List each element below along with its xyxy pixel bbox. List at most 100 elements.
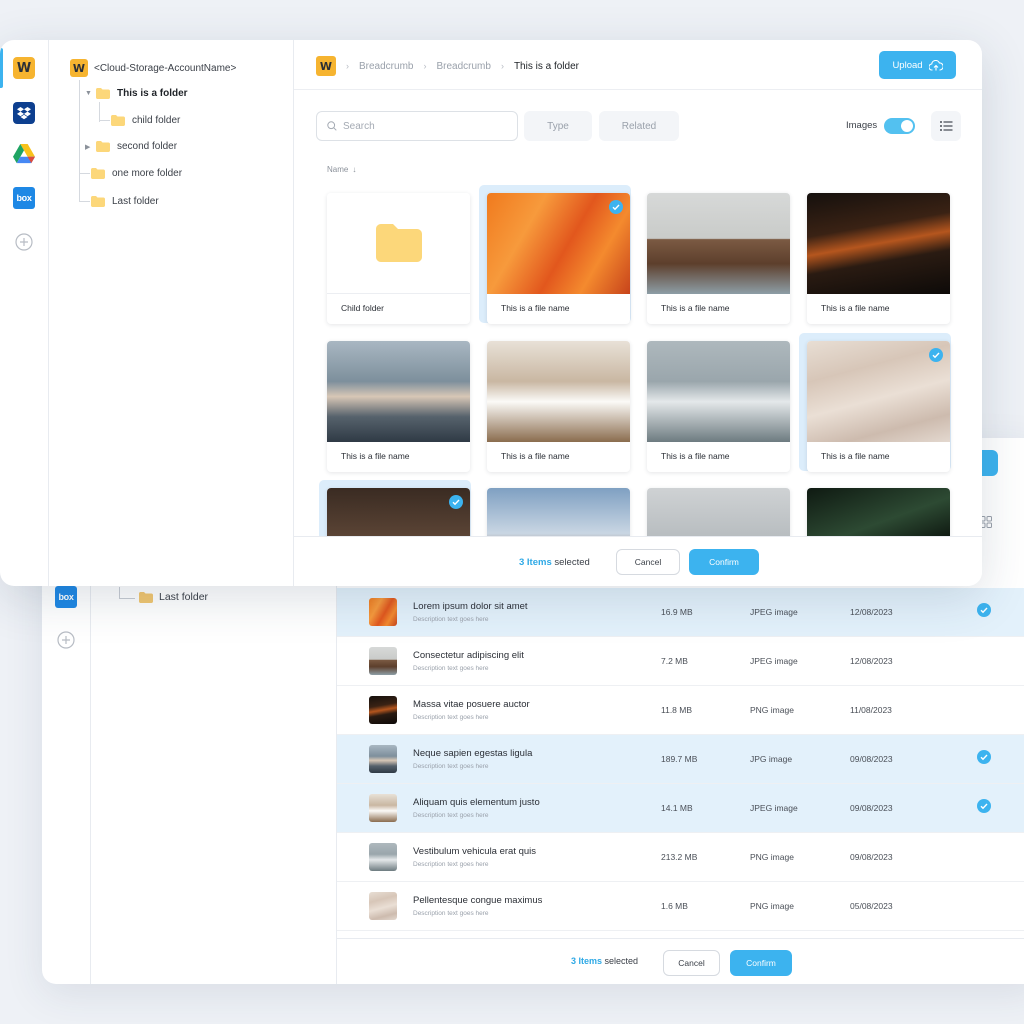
check-icon[interactable] [977, 798, 991, 818]
w-logo-icon[interactable]: W [316, 56, 336, 76]
tree-item-one-more-folder[interactable]: one more folder [80, 168, 182, 179]
file-description: Description text goes here [413, 714, 489, 721]
file-description: Description text goes here [413, 763, 489, 770]
file-name-cell: Pellentesque congue maximus Description t… [413, 895, 542, 917]
sort-by-name[interactable]: Name ↓ [327, 165, 356, 174]
tree-item-label: Last folder [112, 196, 159, 207]
sort-label: Name [327, 165, 349, 174]
table-row[interactable]: Aliquam quis elementum justo Description … [337, 784, 1024, 833]
image-thumbnail [647, 341, 790, 442]
file-description: Description text goes here [413, 910, 489, 917]
list-footer: 3 Items selected Cancel Confirm [337, 938, 1024, 984]
card-body: This is a file name [647, 341, 790, 472]
file-name: Vestibulum vehicula erat quis [413, 846, 537, 857]
file-card[interactable]: This is a file name [319, 333, 471, 472]
check-icon[interactable] [449, 495, 463, 514]
file-name: Consectetur adipiscing elit [413, 650, 524, 661]
folder-card[interactable]: Child folder [319, 185, 471, 324]
w-logo-icon: W [13, 57, 35, 79]
file-name-cell: Aliquam quis elementum justo Description … [413, 797, 540, 819]
chevron-right-icon: › [500, 61, 504, 71]
file-description: Description text goes here [413, 665, 489, 672]
tree-item-last-folder[interactable]: Last folder [80, 196, 159, 207]
tree-connector [80, 173, 90, 174]
check-icon[interactable] [929, 348, 943, 367]
file-thumbnail [369, 794, 397, 822]
card-body: This is a file name [487, 341, 630, 472]
table-row[interactable]: Massa vitae posuere auctor Description te… [337, 686, 1024, 735]
upload-button-partial[interactable] [982, 450, 998, 476]
file-name-cell: Neque sapien egestas ligula Description t… [413, 748, 532, 770]
file-type: JPEG image [750, 803, 798, 813]
file-date: 05/08/2023 [850, 901, 893, 911]
image-thumbnail [327, 341, 470, 442]
confirm-button[interactable]: Confirm [730, 950, 792, 976]
breadcrumb-item[interactable]: Breadcrumb [436, 61, 490, 72]
breadcrumb-item[interactable]: Breadcrumb [359, 61, 413, 72]
caret-down-icon[interactable]: ▼ [85, 90, 95, 97]
google-drive-item[interactable] [13, 144, 35, 166]
file-name-cell: Lorem ipsum dolor sit amet Description te… [413, 601, 528, 623]
cancel-button[interactable]: Cancel [616, 549, 680, 575]
file-card[interactable]: This is a file name [639, 185, 791, 324]
card-body: This is a file name [487, 193, 630, 324]
table-row[interactable]: Lorem ipsum dolor sit amet Description te… [337, 588, 1024, 637]
table-row[interactable]: Consectetur adipiscing elit Description t… [337, 637, 1024, 686]
add-storage-icon[interactable] [57, 631, 75, 649]
grid-view-window: W box W <Cloud-Storage-AccountName> ▼ Th… [0, 40, 982, 586]
type-filter[interactable]: Type [524, 111, 592, 141]
cloud-upload-icon [928, 59, 943, 71]
file-name: Neque sapien egestas ligula [413, 748, 533, 759]
cancel-button[interactable]: Cancel [663, 950, 720, 976]
tree-item-last-folder[interactable]: Last folder [119, 587, 209, 603]
account-name: <Cloud-Storage-AccountName> [94, 62, 237, 74]
file-description: Description text goes here [413, 861, 489, 868]
table-row[interactable]: Neque sapien egestas ligula Description t… [337, 735, 1024, 784]
tree-item-child-folder[interactable]: child folder [100, 115, 180, 126]
file-card[interactable]: This is a file name [479, 185, 631, 324]
w-storage-item[interactable]: W [13, 57, 35, 79]
tree-item-this-is-a-folder[interactable]: ▼ This is a folder [85, 88, 188, 99]
add-storage-icon[interactable] [15, 233, 33, 251]
search-input[interactable]: Search [316, 111, 518, 141]
folder-thumbnail [327, 193, 470, 294]
image-thumbnail [807, 193, 950, 294]
tree-line [79, 80, 80, 202]
file-card[interactable]: This is a file name [639, 333, 791, 472]
file-thumbnail [369, 598, 397, 626]
dropbox-item[interactable] [13, 102, 35, 124]
file-type: JPEG image [750, 607, 798, 617]
related-filter[interactable]: Related [599, 111, 679, 141]
box-item[interactable]: box [13, 187, 35, 209]
file-date: 11/08/2023 [850, 705, 892, 715]
file-name: Massa vitae posuere auctor [413, 699, 530, 710]
file-card[interactable]: This is a file name [479, 333, 631, 472]
tree-item-second-folder[interactable]: ▶ second folder [85, 141, 177, 152]
file-type: JPG image [750, 754, 793, 764]
image-thumbnail [647, 193, 790, 294]
file-date: 12/08/2023 [850, 607, 893, 617]
check-icon[interactable] [609, 200, 623, 219]
selection-count: 3 Items selected [519, 557, 590, 568]
file-list: Lorem ipsum dolor sit amet Description te… [337, 588, 1024, 931]
file-card[interactable]: This is a file name [799, 333, 951, 472]
tree-item-label: Last folder [159, 591, 209, 603]
images-toggle[interactable] [884, 118, 915, 134]
list-icon [939, 121, 952, 131]
caret-right-icon[interactable]: ▶ [85, 143, 95, 151]
confirm-button[interactable]: Confirm [689, 549, 759, 575]
check-icon[interactable] [977, 749, 991, 769]
upload-button[interactable]: Upload [879, 51, 956, 79]
card-label: This is a file name [821, 303, 890, 313]
folder-icon [91, 196, 105, 207]
tree-root[interactable]: W <Cloud-Storage-AccountName> [70, 59, 236, 77]
list-view-button[interactable] [931, 111, 961, 141]
box-icon[interactable]: box [55, 586, 77, 608]
card-body: This is a file name [807, 341, 950, 472]
table-row[interactable]: Vestibulum vehicula erat quis Description… [337, 833, 1024, 882]
file-description: Description text goes here [413, 812, 489, 819]
check-icon[interactable] [977, 602, 991, 622]
images-toggle-label: Images [846, 120, 878, 131]
table-row[interactable]: Pellentesque congue maximus Description t… [337, 882, 1024, 931]
file-card[interactable]: This is a file name [799, 185, 951, 324]
